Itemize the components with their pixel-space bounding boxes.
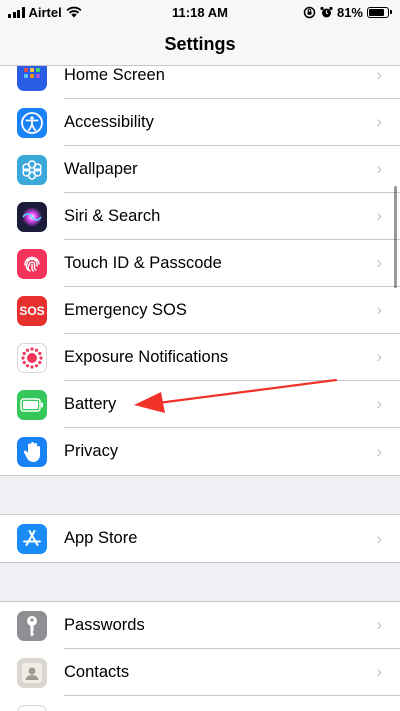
battery-icon — [17, 389, 47, 420]
settings-row-label: Privacy — [64, 442, 119, 460]
key-icon — [17, 610, 47, 641]
home-screen-icon — [17, 66, 47, 91]
chevron-right-icon: › — [376, 528, 382, 548]
chevron-right-icon: › — [376, 66, 382, 84]
siri-icon — [17, 201, 47, 232]
accessibility-icon — [17, 107, 47, 138]
settings-row-label: Passwords — [64, 615, 145, 634]
fingerprint-icon — [17, 248, 47, 279]
wifi-icon — [66, 6, 82, 18]
settings-row-emergency-sos[interactable]: SOS Emergency SOS › — [0, 287, 400, 334]
scrollbar[interactable] — [394, 186, 397, 288]
settings-row-accessibility[interactable]: Accessibility › — [0, 99, 400, 146]
settings-row-wallpaper[interactable]: Wallpaper › — [0, 146, 400, 193]
settings-row-label: Exposure Notifications — [64, 347, 229, 366]
settings-row-label: Home Screen — [64, 66, 165, 84]
settings-row-passwords[interactable]: Passwords › — [0, 602, 400, 649]
exposure-icon — [17, 342, 47, 373]
alarm-icon — [320, 6, 333, 17]
settings-row-label: Touch ID & Passcode — [64, 253, 222, 272]
settings-row-exposure-notifications[interactable]: Exposure Notifications › — [0, 334, 400, 381]
status-bar: Airtel 11:18 AM 81% — [0, 0, 400, 24]
settings-row-label: App Store — [64, 529, 138, 547]
chevron-right-icon: › — [376, 662, 382, 681]
sos-icon-text: SOS — [19, 303, 45, 318]
battery-status-icon — [367, 6, 392, 18]
contacts-icon — [17, 657, 47, 688]
settings-row-label: Contacts — [64, 662, 130, 681]
settings-row-label: Accessibility — [64, 112, 154, 131]
hand-icon — [17, 436, 47, 467]
chevron-right-icon: › — [376, 394, 382, 413]
settings-row-battery[interactable]: Battery › — [0, 381, 400, 428]
chevron-right-icon: › — [376, 347, 382, 366]
carrier-name: Airtel — [28, 4, 62, 20]
settings-row-label: Siri & Search — [64, 206, 161, 225]
app-store-icon — [17, 523, 47, 554]
settings-row-label: Wallpaper — [64, 159, 138, 178]
chevron-right-icon: › — [376, 112, 382, 131]
settings-row-touch-id-passcode[interactable]: Touch ID & Passcode › — [0, 240, 400, 287]
chevron-right-icon: › — [376, 441, 382, 461]
settings-row-contacts[interactable]: Contacts › — [0, 649, 400, 696]
settings-row-label: Emergency SOS — [64, 300, 187, 319]
settings-row-label: Battery — [64, 394, 117, 413]
navigation-bar: Settings — [0, 24, 400, 66]
settings-group: Home Screen › Accessibility › Wallpaper … — [0, 66, 400, 476]
settings-row-privacy[interactable]: Privacy › — [0, 428, 400, 475]
battery-percentage: 81% — [336, 4, 363, 20]
settings-row-siri-search[interactable]: Siri & Search › — [0, 193, 400, 240]
orientation-lock-icon — [303, 6, 316, 18]
chevron-right-icon: › — [376, 615, 382, 634]
sos-icon: SOS — [17, 295, 47, 326]
settings-group: Passwords › Contacts › Calendar › — [0, 601, 400, 711]
settings-group: App Store › — [0, 514, 400, 563]
chevron-right-icon: › — [376, 253, 382, 272]
signal-strength-icon — [8, 6, 25, 18]
settings-row-app-store[interactable]: App Store › — [0, 515, 400, 562]
settings-row-home-screen[interactable]: Home Screen › — [0, 66, 400, 99]
settings-list[interactable]: Home Screen › Accessibility › Wallpaper … — [0, 66, 400, 711]
chevron-right-icon: › — [376, 159, 382, 178]
wallpaper-icon — [17, 154, 47, 185]
settings-row-calendar[interactable]: Calendar › — [0, 696, 400, 711]
calendar-icon — [17, 704, 47, 711]
chevron-right-icon: › — [376, 300, 382, 319]
page-title: Settings — [164, 34, 236, 54]
chevron-right-icon: › — [376, 206, 382, 225]
